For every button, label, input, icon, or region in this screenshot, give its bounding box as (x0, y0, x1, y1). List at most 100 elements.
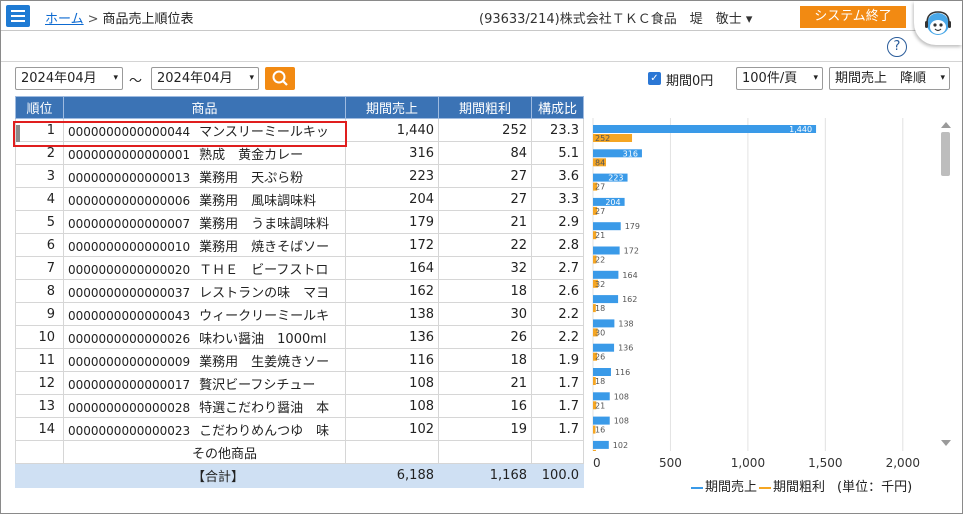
product-code: 0000000000000026 (68, 331, 191, 346)
table-row[interactable]: 3 0000000000000013 業務用 天ぷら粉 223 27 3.6 (15, 164, 584, 188)
profit-data-label: 32 (595, 280, 605, 289)
table-row[interactable]: 9 0000000000000043 ウィークリーミールキ 138 30 2.2 (15, 302, 584, 326)
column-header-ratio[interactable]: 構成比 (531, 96, 584, 119)
table-row[interactable]: 6 0000000000000010 業務用 焼きそばソー 172 22 2.8 (15, 233, 584, 257)
table-row[interactable]: 11 0000000000000009 業務用 生姜焼きソー 116 18 1.9 (15, 348, 584, 372)
search-icon (272, 70, 288, 86)
table-row[interactable]: 10 0000000000000026 味わい醤油 1000ml 136 26 2.2 (15, 325, 584, 349)
column-header-sales[interactable]: 期間売上 (345, 96, 439, 119)
to-month-select[interactable]: 2024年04月 ▾ (151, 67, 259, 90)
product-cell: 0000000000000028 特選こだわり醤油 本 (63, 394, 346, 418)
rank-cell: 8 (15, 279, 64, 303)
profit-cell: 26 (438, 325, 532, 349)
table-row[interactable]: 5 0000000000000007 業務用 うま味調味料 179 21 2.9 (15, 210, 584, 234)
x-tick-label: 0 (593, 456, 601, 470)
product-code: 0000000000000044 (68, 124, 191, 139)
exit-system-button[interactable]: システム終了 (800, 6, 906, 28)
x-tick-label: 1,500 (808, 456, 842, 470)
product-code: 0000000000000028 (68, 400, 191, 415)
sales-cell: 102 (345, 417, 439, 441)
ratio-cell: 1.9 (531, 348, 584, 372)
ratio-cell: 2.8 (531, 233, 584, 257)
product-name: 業務用 焼きそばソー (199, 239, 330, 255)
user-menu[interactable]: (93633/214)株式会社ＴＫＣ食品 堤 敬士 ▾ (479, 8, 752, 27)
profit-cell: 21 (438, 210, 532, 234)
table-row[interactable]: 13 0000000000000028 特選こだわり醤油 本 108 16 1.7 (15, 394, 584, 418)
sort-value: 期間売上 降順 (835, 71, 927, 86)
help-icon[interactable]: ? (887, 37, 907, 57)
table-row[interactable]: 7 0000000000000020 ＴＨＥ ビーフストロ 164 32 2.7 (15, 256, 584, 280)
page-size-value: 100件/頁 (742, 71, 798, 86)
profit-data-label: 27 (595, 183, 605, 192)
assistant-avatar-icon (925, 11, 951, 35)
scrollbar-thumb[interactable] (941, 132, 950, 176)
rank-cell: 10 (15, 325, 64, 349)
product-cell: 0000000000000020 ＴＨＥ ビーフストロ (63, 256, 346, 280)
from-month-select[interactable]: 2024年04月 ▾ (15, 67, 123, 90)
zero-amount-checkbox[interactable]: ✓ (648, 72, 661, 85)
sort-select[interactable]: 期間売上 降順 ▾ (829, 67, 950, 90)
search-button[interactable] (265, 67, 295, 90)
sales-cell: 1,440 (345, 118, 439, 142)
selected-row-marker (16, 125, 20, 142)
sales-data-label: 179 (625, 222, 640, 231)
column-header-profit[interactable]: 期間粗利 (438, 96, 532, 119)
sales-bar (593, 368, 611, 376)
product-cell: 0000000000000001 熟成 黄金カレー (63, 141, 346, 165)
ratio-cell: 5.1 (531, 141, 584, 165)
sales-cell: 108 (345, 394, 439, 418)
total-profit: 1,168 (438, 463, 532, 488)
sales-cell: 136 (345, 325, 439, 349)
product-code: 0000000000000020 (68, 262, 191, 277)
page-size-select[interactable]: 100件/頁 ▾ (736, 67, 823, 90)
scrollbar[interactable] (939, 122, 952, 447)
app-window: ホーム > 商品売上順位表 (93633/214)株式会社ＴＫＣ食品 堤 敬士 ▾ … (0, 0, 963, 514)
profit-data-label: 21 (595, 231, 605, 240)
product-cell: 0000000000000026 味わい醤油 1000ml (63, 325, 346, 349)
range-separator: ～ (129, 74, 143, 89)
sales-bar (593, 392, 610, 401)
product-name: 味わい醤油 1000ml (199, 331, 327, 347)
profit-data-label: 18 (595, 377, 605, 386)
sales-cell: 116 (345, 348, 439, 372)
table-row[interactable]: 12 0000000000000017 贅沢ビーフシチュー 108 21 1.7 (15, 371, 584, 395)
total-sales: 6,188 (345, 463, 439, 488)
page-title: 商品売上順位表 (102, 12, 194, 27)
total-ratio: 100.0 (531, 463, 584, 488)
scroll-down-icon[interactable] (941, 440, 951, 446)
product-cell: 0000000000000006 業務用 風味調味料 (63, 187, 346, 211)
table-row[interactable]: 4 0000000000000006 業務用 風味調味料 204 27 3.3 (15, 187, 584, 211)
product-cell: 0000000000000017 贅沢ビーフシチュー (63, 371, 346, 395)
other-products-cell: その他商品 (63, 440, 346, 464)
legend-sales-swatch (691, 486, 703, 489)
total-row: 【合計】 6,188 1,168 100.0 (15, 463, 584, 488)
sales-cell: 138 (345, 302, 439, 326)
product-name: 業務用 生姜焼きソー (199, 354, 330, 370)
table-row[interactable]: 14 0000000000000023 こだわりめんつゆ 味 102 19 1.7 (15, 417, 584, 441)
table-row[interactable]: 1 0000000000000044 マンスリーミールキッ 1,440 252 23.3 (15, 118, 584, 142)
sales-data-label: 116 (615, 368, 630, 377)
scroll-up-icon[interactable] (941, 122, 951, 128)
column-header-product[interactable]: 商品 (63, 96, 346, 119)
home-link[interactable]: ホーム (45, 12, 84, 27)
profit-data-label: 18 (595, 304, 605, 313)
column-header-rank[interactable]: 順位 (15, 96, 64, 119)
legend-profit-swatch (759, 486, 772, 489)
rank-cell: 4 (15, 187, 64, 211)
profit-data-label: 252 (595, 134, 610, 143)
profit-cell: 18 (438, 348, 532, 372)
sales-data-label: 138 (618, 319, 633, 328)
product-cell: 0000000000000007 業務用 うま味調味料 (63, 210, 346, 234)
ratio-cell: 3.3 (531, 187, 584, 211)
ratio-cell: 2.2 (531, 325, 584, 349)
ratio-cell: 1.7 (531, 371, 584, 395)
table-row[interactable]: 2 0000000000000001 熟成 黄金カレー 316 84 5.1 (15, 141, 584, 165)
menu-icon[interactable] (6, 5, 30, 27)
profit-cell: 18 (438, 279, 532, 303)
other-products-row: その他商品 (15, 440, 584, 464)
table-row[interactable]: 8 0000000000000037 レストランの味 マヨ 162 18 2.6 (15, 279, 584, 303)
rank-cell: 5 (15, 210, 64, 234)
assistant-tab[interactable] (914, 1, 962, 45)
rank-cell: 2 (15, 141, 64, 165)
sales-cell: 108 (345, 371, 439, 395)
